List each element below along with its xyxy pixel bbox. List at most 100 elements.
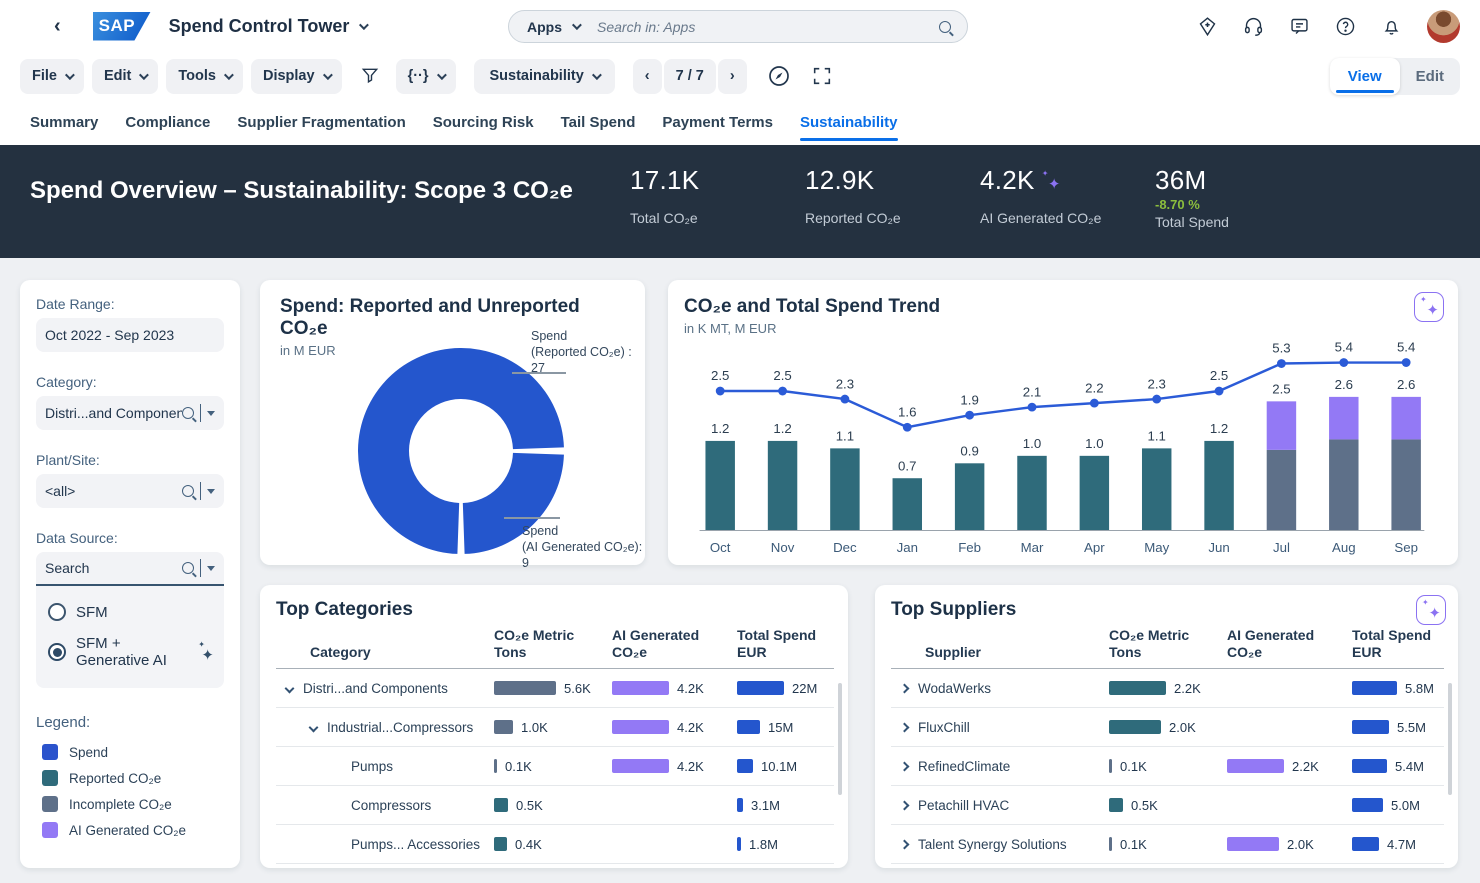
- data-bar[interactable]: [494, 681, 556, 695]
- bar-segment-apr[interactable]: [1080, 456, 1109, 531]
- col-header-category[interactable]: Category: [276, 644, 494, 661]
- filter-button[interactable]: [352, 59, 388, 94]
- line-data-point[interactable]: [1090, 399, 1099, 408]
- app-title-caret-icon[interactable]: [359, 20, 369, 30]
- edit-mode-button[interactable]: Edit: [1400, 58, 1460, 95]
- data-bar[interactable]: [612, 681, 669, 695]
- line-data-point[interactable]: [716, 387, 725, 396]
- bar-segment-may[interactable]: [1142, 448, 1171, 530]
- data-bar[interactable]: [1109, 720, 1161, 734]
- line-data-point[interactable]: [1215, 387, 1224, 396]
- bar-segment-oct[interactable]: [705, 441, 734, 531]
- plant-field[interactable]: <all>: [36, 474, 224, 508]
- search-scope-label[interactable]: Apps: [527, 19, 562, 35]
- line-data-point[interactable]: [1277, 359, 1286, 368]
- data-bar[interactable]: [1109, 837, 1112, 851]
- data-source-dropdown-icon[interactable]: [207, 566, 215, 571]
- data-bar[interactable]: [494, 759, 497, 773]
- line-data-point[interactable]: [1339, 358, 1348, 367]
- bar-segment-aug[interactable]: [1329, 397, 1358, 440]
- data-bar[interactable]: [737, 681, 784, 695]
- user-avatar[interactable]: [1427, 10, 1460, 43]
- line-data-point[interactable]: [840, 395, 849, 404]
- bar-segment-feb[interactable]: [955, 463, 984, 530]
- radio-option-sfm[interactable]: SFM: [46, 596, 214, 628]
- plant-dropdown-icon[interactable]: [207, 489, 215, 494]
- global-search[interactable]: Apps Search in: Apps: [508, 10, 968, 43]
- line-data-point[interactable]: [1028, 403, 1037, 412]
- data-bar[interactable]: [1352, 837, 1379, 851]
- category-search-icon[interactable]: [182, 407, 194, 419]
- line-data-point[interactable]: [965, 411, 974, 420]
- categories-scrollbar[interactable]: [838, 683, 842, 795]
- plant-search-icon[interactable]: [182, 485, 194, 497]
- suppliers-ai-button[interactable]: ✦✦: [1416, 595, 1446, 625]
- help-icon[interactable]: [1335, 16, 1356, 37]
- next-page-button[interactable]: ›: [718, 59, 747, 94]
- menu-tools-button[interactable]: Tools: [166, 59, 243, 94]
- chevron-right-icon[interactable]: [900, 683, 910, 693]
- data-bar[interactable]: [612, 720, 669, 734]
- data-source-search-field[interactable]: Search: [36, 552, 224, 586]
- trend-combo-chart[interactable]: 1.2Oct1.2Nov1.1Dec0.7Jan0.9Feb1.0Mar1.0A…: [676, 332, 1442, 562]
- data-bar[interactable]: [1352, 681, 1397, 695]
- search-scope-caret-icon[interactable]: [572, 20, 582, 30]
- view-mode-button[interactable]: View: [1330, 58, 1400, 95]
- data-bar[interactable]: [1227, 759, 1284, 773]
- page-dropdown[interactable]: Sustainability: [474, 59, 615, 94]
- tab-summary[interactable]: Summary: [30, 102, 98, 143]
- data-bar[interactable]: [737, 798, 743, 812]
- data-bar[interactable]: [1109, 798, 1123, 812]
- bar-segment-jul[interactable]: [1267, 401, 1296, 450]
- line-data-point[interactable]: [1402, 358, 1411, 367]
- fullscreen-button[interactable]: [805, 59, 839, 94]
- bar-segment-sep[interactable]: [1391, 439, 1420, 530]
- data-bar[interactable]: [1352, 798, 1383, 812]
- data-source-search-icon[interactable]: [182, 562, 194, 574]
- chevron-down-icon[interactable]: [309, 722, 319, 732]
- category-row[interactable]: Pumps... Accessories0.4K1.8M: [276, 825, 834, 864]
- category-row[interactable]: Distri...and Components5.6K4.2K22M: [276, 669, 834, 708]
- chevron-right-icon[interactable]: [900, 761, 910, 771]
- col-header-ai[interactable]: AI GeneratedCO₂e: [1227, 627, 1352, 661]
- chevron-right-icon[interactable]: [900, 722, 910, 732]
- data-bar[interactable]: [494, 798, 508, 812]
- col-header-spend[interactable]: Total SpendEUR: [737, 627, 834, 661]
- radio-selected-icon[interactable]: [48, 643, 66, 661]
- line-data-point[interactable]: [778, 387, 787, 396]
- search-icon[interactable]: [939, 21, 951, 33]
- chevron-down-icon[interactable]: [285, 683, 295, 693]
- data-bar[interactable]: [737, 759, 753, 773]
- col-header-supplier[interactable]: Supplier: [891, 644, 1109, 661]
- data-bar[interactable]: [1109, 759, 1112, 773]
- suppliers-scrollbar[interactable]: [1448, 683, 1452, 795]
- trend-ai-button[interactable]: ✦✦: [1414, 292, 1444, 322]
- data-bar[interactable]: [1352, 720, 1389, 734]
- col-header-co2[interactable]: CO₂e MetricTons: [494, 627, 612, 661]
- line-data-point[interactable]: [1152, 395, 1161, 404]
- supplier-row[interactable]: Petachill HVAC0.5K5.0M: [891, 786, 1444, 825]
- back-chevron-icon[interactable]: ‹: [54, 15, 61, 38]
- bar-segment-sep[interactable]: [1391, 397, 1420, 440]
- category-dropdown-icon[interactable]: [207, 411, 215, 416]
- bar-segment-dec[interactable]: [830, 448, 859, 530]
- bar-segment-aug[interactable]: [1329, 439, 1358, 530]
- supplier-row[interactable]: Talent Synergy Solutions0.1K2.0K4.7M: [891, 825, 1444, 864]
- data-bar[interactable]: [1352, 759, 1387, 773]
- prev-page-button[interactable]: ‹: [633, 59, 662, 94]
- tab-compliance[interactable]: Compliance: [125, 102, 210, 143]
- data-bar[interactable]: [1227, 837, 1279, 851]
- bar-segment-jan[interactable]: [893, 478, 922, 530]
- category-row[interactable]: Pumps0.1K4.2K10.1M: [276, 747, 834, 786]
- supplier-row[interactable]: FluxChill2.0K5.5M: [891, 708, 1444, 747]
- data-bar[interactable]: [612, 759, 669, 773]
- chevron-right-icon[interactable]: [900, 800, 910, 810]
- data-bar[interactable]: [494, 720, 513, 734]
- chat-icon[interactable]: [1289, 16, 1310, 37]
- category-row[interactable]: Industrial...Compressors1.0K4.2K15M: [276, 708, 834, 747]
- radio-option-sfm-generative-ai[interactable]: SFM + Generative AI✦✦: [46, 628, 214, 676]
- data-bar[interactable]: [1109, 681, 1166, 695]
- menu-display-button[interactable]: Display: [251, 59, 342, 94]
- data-bar[interactable]: [737, 837, 741, 851]
- tab-payment-terms[interactable]: Payment Terms: [662, 102, 773, 143]
